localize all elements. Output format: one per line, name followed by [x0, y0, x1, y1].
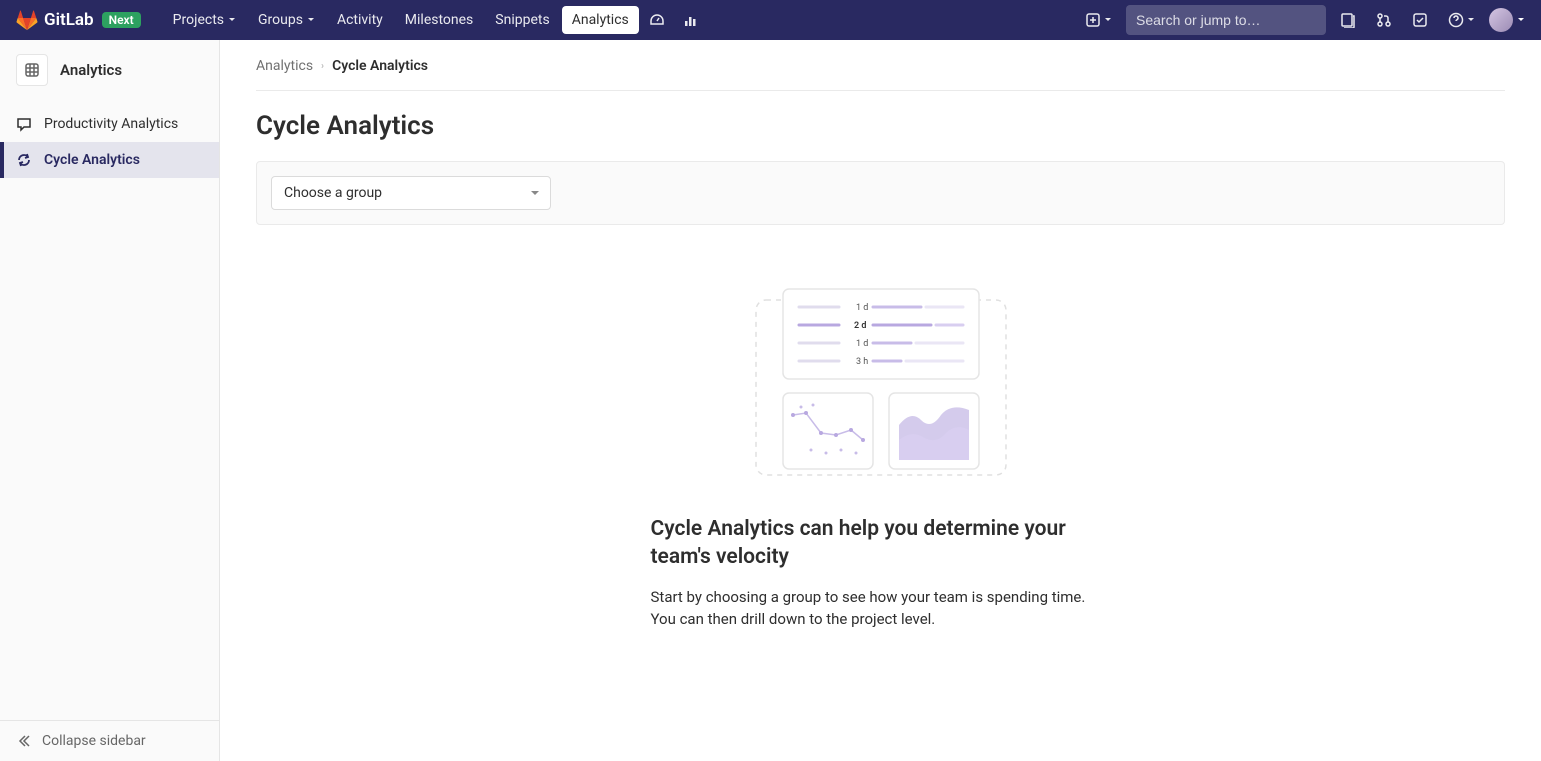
- empty-state: 1 d 2 d 1 d: [651, 285, 1111, 631]
- chevron-down-icon: [1517, 16, 1525, 24]
- sidebar-item-label: Productivity Analytics: [44, 116, 178, 132]
- svg-text:3 h: 3 h: [856, 357, 868, 367]
- collapse-sidebar[interactable]: Collapse sidebar: [0, 720, 219, 761]
- nav-milestones[interactable]: Milestones: [395, 4, 484, 36]
- top-navbar: GitLab Next Projects Groups Activity Mil…: [0, 0, 1541, 40]
- todo-icon: [1412, 12, 1428, 28]
- nav-activity-label: Activity: [337, 12, 383, 28]
- search-box[interactable]: [1126, 5, 1326, 35]
- nav-analytics-label: Analytics: [572, 12, 629, 28]
- nav-projects-label: Projects: [173, 12, 224, 28]
- nav-links: Projects Groups Activity Milestones Snip…: [163, 4, 707, 36]
- next-badge[interactable]: Next: [102, 12, 141, 28]
- user-menu[interactable]: [1489, 8, 1525, 32]
- merge-request-icon: [1376, 12, 1392, 28]
- sidebar-item-label: Cycle Analytics: [44, 152, 140, 168]
- tanuki-icon: [16, 9, 38, 31]
- nav-metrics-icon[interactable]: [675, 6, 707, 34]
- svg-text:2 d: 2 d: [854, 321, 866, 331]
- brand-text: GitLab: [44, 10, 94, 30]
- gitlab-logo[interactable]: GitLab Next: [16, 9, 141, 31]
- breadcrumb: Analytics › Cycle Analytics: [256, 58, 1505, 91]
- empty-state-illustration: 1 d 2 d 1 d: [751, 285, 1011, 485]
- sidebar-item-productivity[interactable]: Productivity Analytics: [0, 106, 219, 142]
- svg-text:1 d: 1 d: [856, 339, 868, 349]
- collapse-label: Collapse sidebar: [42, 733, 146, 749]
- sidebar-item-cycle[interactable]: Cycle Analytics: [0, 142, 219, 178]
- question-icon: [1448, 12, 1464, 28]
- nav-snippets-label: Snippets: [495, 12, 549, 28]
- breadcrumb-root[interactable]: Analytics: [256, 58, 313, 74]
- sidebar: Analytics Productivity Analytics Cycle A…: [0, 40, 220, 761]
- dashboard-icon: [649, 12, 665, 28]
- sidebar-header[interactable]: Analytics: [0, 40, 219, 100]
- navbar-right: [1080, 5, 1525, 35]
- collapse-icon: [16, 733, 32, 749]
- user-avatar: [1489, 8, 1513, 32]
- chart-icon: [683, 12, 699, 28]
- help-menu[interactable]: [1442, 8, 1481, 32]
- nav-milestones-label: Milestones: [405, 12, 474, 28]
- chevron-down-icon: [228, 16, 236, 24]
- chevron-down-icon: [1104, 16, 1112, 24]
- breadcrumb-separator: ›: [321, 61, 324, 72]
- nav-operations-icon[interactable]: [641, 6, 673, 34]
- chevron-down-icon: [1467, 16, 1475, 24]
- breadcrumb-current: Cycle Analytics: [332, 58, 428, 74]
- main-content: Analytics › Cycle Analytics Cycle Analyt…: [220, 40, 1541, 761]
- cycle-icon: [16, 152, 32, 168]
- analytics-context-icon: [16, 54, 48, 86]
- nav-analytics[interactable]: Analytics: [562, 6, 639, 34]
- nav-projects[interactable]: Projects: [163, 4, 246, 36]
- page-title: Cycle Analytics: [256, 111, 1505, 141]
- sidebar-nav: Productivity Analytics Cycle Analytics: [0, 100, 219, 720]
- merge-requests-link[interactable]: [1370, 8, 1398, 32]
- new-menu[interactable]: [1080, 9, 1118, 31]
- issues-icon: [1340, 12, 1356, 28]
- empty-state-title: Cycle Analytics can help you determine y…: [651, 515, 1111, 572]
- nav-groups[interactable]: Groups: [248, 4, 325, 36]
- svg-text:1 d: 1 d: [856, 303, 868, 313]
- nav-snippets[interactable]: Snippets: [485, 4, 559, 36]
- empty-state-description: Start by choosing a group to see how you…: [651, 586, 1111, 631]
- grid-icon: [24, 62, 40, 78]
- sidebar-title: Analytics: [60, 61, 122, 79]
- nav-groups-label: Groups: [258, 12, 303, 28]
- chevron-down-icon: [307, 16, 315, 24]
- todos-link[interactable]: [1406, 8, 1434, 32]
- filter-bar: Choose a group: [256, 161, 1505, 225]
- issues-link[interactable]: [1334, 8, 1362, 32]
- navbar-left: GitLab Next Projects Groups Activity Mil…: [16, 4, 707, 36]
- nav-activity[interactable]: Activity: [327, 4, 393, 36]
- plus-icon: [1086, 13, 1100, 27]
- comment-icon: [16, 116, 32, 132]
- group-dropdown[interactable]: Choose a group: [271, 176, 551, 210]
- search-input[interactable]: [1136, 12, 1317, 28]
- chevron-down-icon: [530, 188, 540, 198]
- layout: Analytics Productivity Analytics Cycle A…: [0, 40, 1541, 761]
- group-dropdown-label: Choose a group: [284, 185, 382, 201]
